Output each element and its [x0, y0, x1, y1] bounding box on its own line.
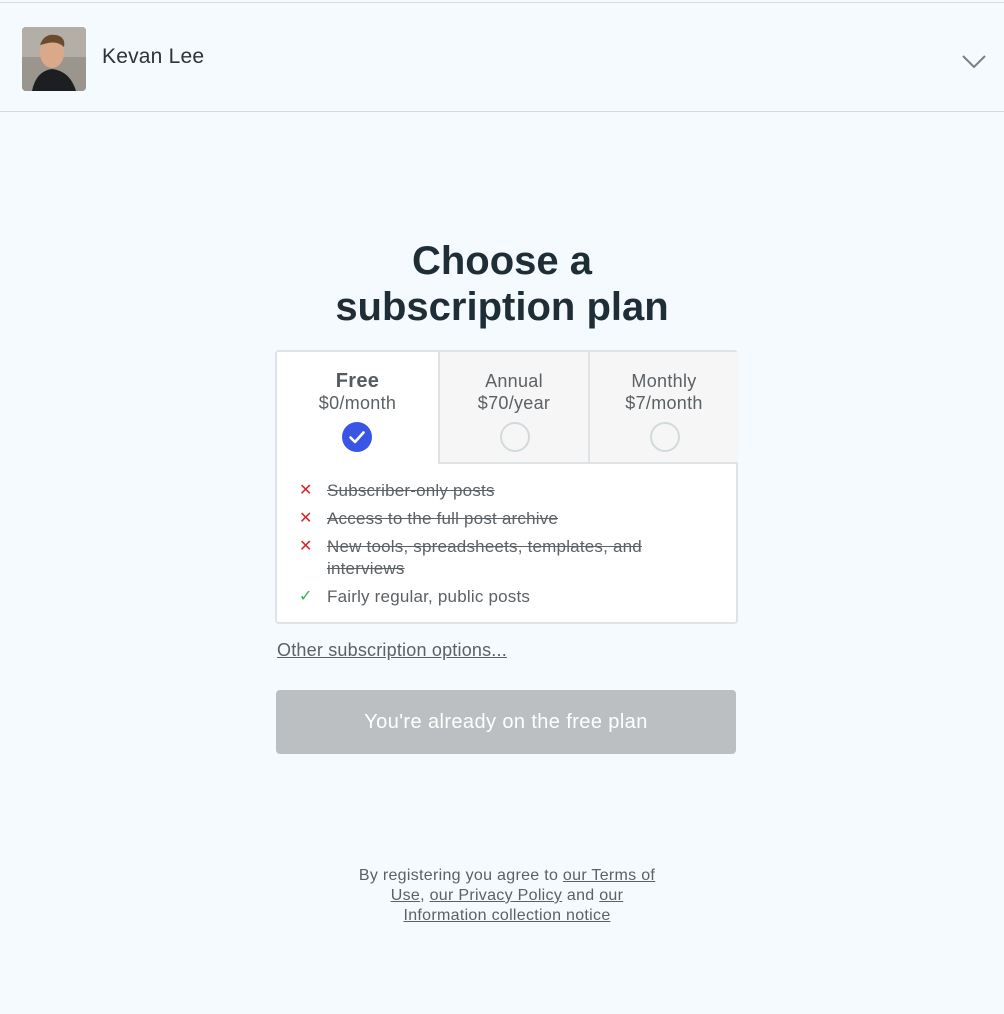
- title-line-1: Choose a: [411, 239, 593, 283]
- page-title: Choose a subscription plan: [0, 238, 1004, 330]
- plan-tab-free[interactable]: Free $0/month: [277, 352, 438, 464]
- cross-icon: ✕: [299, 482, 313, 499]
- plan-price: $7/month: [625, 393, 703, 413]
- legal-prefix: By registering you agree to: [358, 867, 563, 884]
- plan-radio[interactable]: [500, 422, 530, 452]
- feature-text: Fairly regular, public posts: [327, 587, 531, 606]
- plan-name: Annual: [485, 371, 543, 391]
- plan-radio[interactable]: [650, 422, 680, 452]
- feature-text: Subscriber-only posts: [327, 481, 495, 500]
- feature-text: New tools, spreadsheets, templates, and …: [327, 537, 642, 578]
- cross-icon: ✕: [299, 510, 313, 527]
- plan-tab-monthly[interactable]: Monthly $7/month: [588, 352, 738, 464]
- plan-tab-annual[interactable]: Annual $70/year: [438, 352, 588, 464]
- user-name: Kevan Lee: [102, 45, 205, 68]
- chevron-down-icon[interactable]: [960, 47, 988, 75]
- plan-price: $70/year: [477, 393, 551, 413]
- plan-radio-selected[interactable]: [342, 422, 372, 452]
- feature-list: ✕ Subscriber-only posts ✕ Access to the …: [297, 480, 717, 614]
- plan-price: $0/month: [318, 393, 397, 413]
- title-line-2: subscription plan: [335, 285, 669, 329]
- feature-item: ✕ Subscriber-only posts: [297, 480, 717, 502]
- feature-item: ✕ New tools, spreadsheets, templates, an…: [297, 536, 717, 580]
- check-icon: [349, 431, 365, 444]
- cross-icon: ✕: [299, 538, 313, 555]
- privacy-policy-link[interactable]: our Privacy Policy: [430, 887, 563, 904]
- legal-notice: By registering you agree to our Terms of…: [352, 866, 662, 926]
- checkmark-icon: ✓: [299, 588, 313, 605]
- plan-selector: Free $0/month Annual $70/year Monthly $7…: [275, 350, 738, 624]
- header: Kevan Lee: [0, 2, 1004, 112]
- avatar-image: [22, 27, 86, 91]
- feature-text: Access to the full post archive: [327, 509, 559, 528]
- subscribe-button[interactable]: You're already on the free plan: [276, 690, 736, 754]
- feature-item: ✓ Fairly regular, public posts: [297, 586, 717, 608]
- avatar[interactable]: [22, 27, 86, 91]
- other-subscription-options-link[interactable]: Other subscription options...: [277, 640, 507, 661]
- feature-item: ✕ Access to the full post archive: [297, 508, 717, 530]
- plan-name: Monthly: [631, 371, 697, 391]
- legal-separator: and: [562, 887, 600, 904]
- plan-name: Free: [335, 370, 380, 392]
- legal-separator: ,: [420, 887, 430, 904]
